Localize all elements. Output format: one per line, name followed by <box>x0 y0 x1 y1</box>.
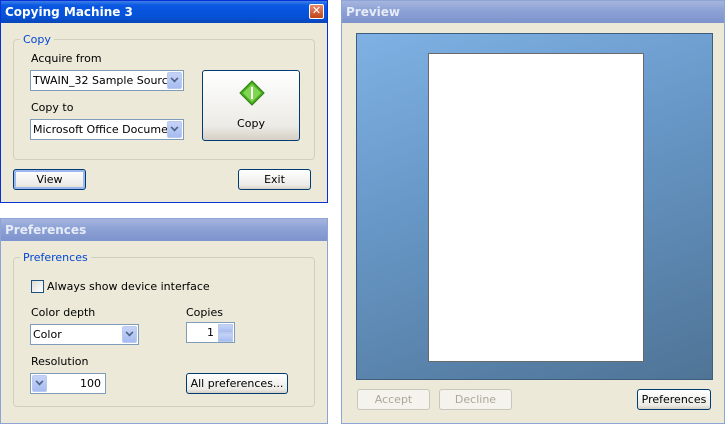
copying-machine-window: Copying Machine 3 ✕ Copy Acquire from TW… <box>0 0 328 203</box>
copy-to-value: Microsoft Office Document <box>33 123 167 136</box>
all-preferences-label: All preferences... <box>190 377 284 390</box>
chevron-down-icon[interactable] <box>167 72 182 89</box>
acquire-from-value: TWAIN_32 Sample Source <box>33 74 175 87</box>
chevron-down-icon[interactable] <box>122 326 137 343</box>
resolution-value: 100 <box>80 377 101 390</box>
color-depth-label: Color depth <box>31 306 96 319</box>
preview-window-title: Preview <box>346 5 401 19</box>
copy-button-label: Copy <box>237 117 265 130</box>
resolution-label: Resolution <box>31 355 89 368</box>
preview-window: Preview Accept Decline Preferences <box>341 0 725 424</box>
acquire-from-label: Acquire from <box>31 52 102 65</box>
copies-value: 1 <box>207 326 214 339</box>
preview-canvas[interactable] <box>356 33 713 380</box>
copy-to-select[interactable]: Microsoft Office Document <box>30 119 184 140</box>
exit-button[interactable]: Exit <box>238 169 311 190</box>
copies-label: Copies <box>186 306 223 319</box>
preferences-group-legend: Preferences <box>23 251 88 264</box>
preferences-window-titlebar[interactable]: Preferences <box>1 219 327 241</box>
accept-button-label: Accept <box>374 393 413 406</box>
preview-page <box>428 53 644 362</box>
color-depth-value: Color <box>33 328 62 341</box>
all-preferences-button[interactable]: All preferences... <box>186 373 288 394</box>
preferences-window: Preferences Preferences Always show devi… <box>0 218 328 424</box>
exit-button-label: Exit <box>264 173 285 186</box>
chevron-down-icon[interactable] <box>218 333 233 342</box>
always-show-checkbox[interactable] <box>31 280 44 293</box>
copying-window-titlebar[interactable]: Copying Machine 3 <box>1 1 327 23</box>
chevron-down-icon[interactable] <box>167 121 182 138</box>
preview-preferences-label: Preferences <box>641 393 707 406</box>
close-button[interactable]: ✕ <box>309 4 324 19</box>
close-icon: ✕ <box>311 4 322 17</box>
chevron-up-icon[interactable] <box>218 324 233 333</box>
decline-button-label: Decline <box>454 393 497 406</box>
copying-window-title: Copying Machine 3 <box>5 5 133 19</box>
green-diamond-icon <box>239 80 265 106</box>
view-button[interactable]: View <box>13 169 86 190</box>
always-show-label: Always show device interface <box>47 280 210 293</box>
resolution-select[interactable]: 100 <box>30 373 106 394</box>
decline-button[interactable]: Decline <box>439 389 512 410</box>
acquire-from-select[interactable]: TWAIN_32 Sample Source <box>30 70 184 91</box>
preferences-window-title: Preferences <box>5 223 87 237</box>
preview-preferences-button[interactable]: Preferences <box>637 389 711 410</box>
view-button-label: View <box>36 173 63 186</box>
color-depth-select[interactable]: Color <box>30 324 139 345</box>
copies-stepper[interactable]: 1 <box>186 322 235 343</box>
copy-group-legend: Copy <box>23 33 51 46</box>
copy-to-label: Copy to <box>31 101 74 114</box>
copy-button[interactable]: Copy <box>202 70 300 141</box>
accept-button[interactable]: Accept <box>357 389 430 410</box>
preview-window-titlebar[interactable]: Preview <box>342 1 724 23</box>
chevron-down-icon[interactable] <box>32 375 47 392</box>
